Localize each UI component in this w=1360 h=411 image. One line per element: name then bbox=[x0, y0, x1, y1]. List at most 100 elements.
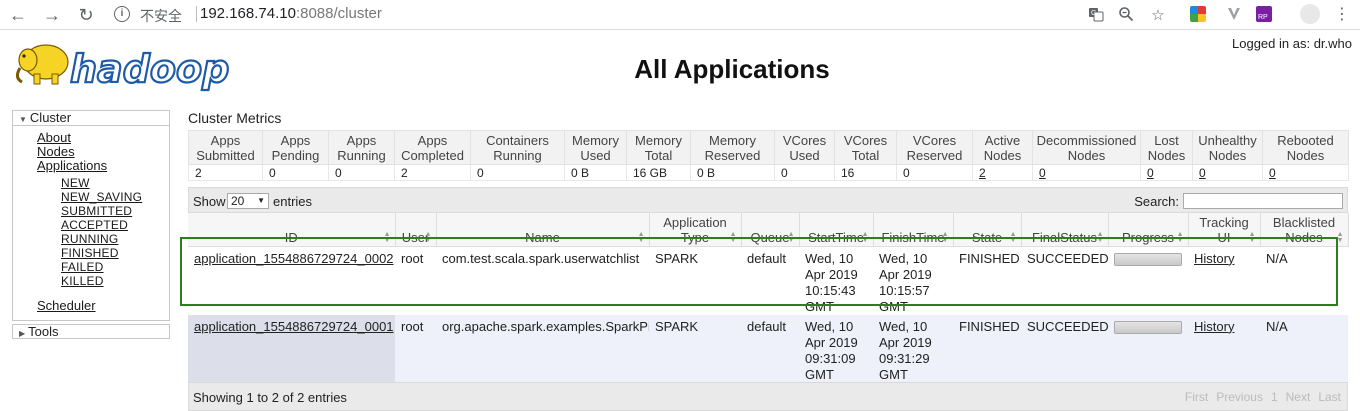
sort-icon[interactable]: ▲ ▼ bbox=[1010, 231, 1017, 244]
column-header[interactable]: Blacklisted Nodes ▲ ▼ bbox=[1260, 213, 1349, 247]
history-link[interactable]: History bbox=[1194, 319, 1234, 334]
metric-header: Memory Used bbox=[564, 130, 627, 165]
metric-header: Apps Pending bbox=[262, 130, 329, 165]
state-link-running[interactable]: RUNNING bbox=[61, 232, 169, 246]
back-arrow-icon[interactable]: ← bbox=[6, 3, 30, 27]
cell-blacklisted: N/A bbox=[1260, 314, 1348, 383]
extension-rp-icon[interactable]: RP bbox=[1256, 6, 1272, 22]
column-header[interactable]: Application Type ▲ ▼ bbox=[649, 213, 742, 247]
application-id-link[interactable]: application_1554886729724_0002 bbox=[194, 251, 394, 266]
state-link-new-saving[interactable]: NEW_SAVING bbox=[61, 190, 169, 204]
extension-v-icon[interactable] bbox=[1226, 6, 1242, 22]
cell-tracking: History bbox=[1188, 246, 1260, 315]
column-header[interactable]: FinishTime ▲ ▼ bbox=[873, 213, 954, 247]
sort-icon[interactable]: ▲ ▼ bbox=[425, 231, 432, 244]
address-bar[interactable]: i 不安全 192.168.74.10:8088/cluster G ☆ bbox=[108, 2, 1174, 28]
metric-value: 2 bbox=[188, 164, 263, 181]
pager-1-button[interactable]: 1 bbox=[1271, 390, 1278, 404]
column-header[interactable]: Tracking UI ▲ ▼ bbox=[1188, 213, 1261, 247]
sort-icon[interactable]: ▲ ▼ bbox=[788, 231, 795, 244]
nav-link-about[interactable]: About bbox=[37, 131, 169, 145]
pager-first-button[interactable]: First bbox=[1185, 390, 1208, 404]
metric-header: Apps Submitted bbox=[188, 130, 263, 165]
metric-node-link[interactable]: 0 bbox=[1269, 166, 1276, 180]
history-link[interactable]: History bbox=[1194, 251, 1234, 266]
column-header[interactable]: Name ▲ ▼ bbox=[436, 213, 650, 247]
dropdown-arrow-icon: ▼ bbox=[257, 196, 265, 205]
expand-triangle-icon: ▶ bbox=[19, 329, 26, 338]
metric-node-link[interactable]: 0 bbox=[1199, 166, 1206, 180]
metric-header: Memory Total bbox=[626, 130, 691, 165]
state-link-failed[interactable]: FAILED bbox=[61, 260, 169, 274]
state-link-killed[interactable]: KILLED bbox=[61, 274, 169, 288]
bookmark-star-icon[interactable]: ☆ bbox=[1148, 6, 1168, 26]
cell-start: Wed, 10 Apr 2019 10:15:43 GMT bbox=[799, 246, 873, 315]
zoom-icon[interactable] bbox=[1116, 6, 1136, 26]
reload-icon[interactable]: ↻ bbox=[74, 3, 98, 27]
url-text[interactable]: 192.168.74.10:8088/cluster bbox=[200, 5, 382, 22]
forward-arrow-icon[interactable]: → bbox=[40, 3, 64, 27]
cell-finish: Wed, 10 Apr 2019 10:15:57 GMT bbox=[873, 246, 953, 315]
sort-icon[interactable]: ▲ ▼ bbox=[1177, 231, 1184, 244]
metric-header: Active Nodes bbox=[972, 130, 1033, 165]
metric-value: 16 GB bbox=[626, 164, 691, 181]
cluster-metrics-title: Cluster Metrics bbox=[188, 110, 282, 126]
state-link-accepted[interactable]: ACCEPTED bbox=[61, 218, 169, 232]
metric-node-link[interactable]: 0 bbox=[1039, 166, 1046, 180]
applications-table-wrapper: Show 20 ▼ entries Search: ID ▲ ▼ User ▲ ▼ Name ▲… bbox=[188, 187, 1349, 411]
page-size-select[interactable]: 20 ▼ bbox=[227, 193, 269, 209]
collapse-triangle-icon: ▼ bbox=[19, 115, 27, 124]
sort-icon[interactable]: ▲ ▼ bbox=[942, 231, 949, 244]
column-header-label: Progress bbox=[1121, 229, 1175, 245]
state-link-new[interactable]: NEW bbox=[61, 176, 169, 190]
extension-color-icon[interactable] bbox=[1190, 6, 1206, 22]
pager-previous-button[interactable]: Previous bbox=[1216, 390, 1263, 404]
pager-last-button[interactable]: Last bbox=[1318, 390, 1341, 404]
metric-value: 0 bbox=[896, 164, 973, 181]
application-id-link[interactable]: application_1554886729724_0001 bbox=[194, 319, 394, 334]
state-link-finished[interactable]: FINISHED bbox=[61, 246, 169, 260]
metric-node-link[interactable]: 2 bbox=[979, 166, 986, 180]
column-header-label: Blacklisted Nodes bbox=[1272, 214, 1336, 245]
column-header[interactable]: FinalStatus ▲ ▼ bbox=[1021, 213, 1109, 247]
nav-link-nodes[interactable]: Nodes bbox=[37, 145, 169, 159]
column-header[interactable]: State ▲ ▼ bbox=[953, 213, 1022, 247]
sort-icon[interactable]: ▲ ▼ bbox=[1097, 231, 1104, 244]
menu-dots-icon[interactable]: ⋮ bbox=[1330, 3, 1354, 27]
cell-progress bbox=[1108, 314, 1188, 383]
cell-final-status: SUCCEEDED bbox=[1021, 246, 1108, 315]
sort-icon[interactable]: ▲ ▼ bbox=[638, 231, 645, 244]
info-icon[interactable]: i bbox=[114, 6, 130, 22]
table-row: application_1554886729724_0002 root com.te… bbox=[188, 246, 1348, 315]
entries-label: entries bbox=[273, 194, 313, 209]
nav-link-scheduler[interactable]: Scheduler bbox=[37, 298, 169, 313]
profile-avatar-icon[interactable] bbox=[1300, 4, 1320, 24]
metric-value: 2 bbox=[972, 164, 1033, 181]
sort-icon[interactable]: ▲ ▼ bbox=[862, 231, 869, 244]
cluster-nav-header[interactable]: ▼ Cluster bbox=[13, 111, 169, 126]
url-host: 192.168.74.10 bbox=[200, 5, 296, 22]
metric-value: 0 bbox=[1192, 164, 1263, 181]
search-input[interactable] bbox=[1183, 193, 1343, 209]
cluster-metrics-table: Apps Submitted Apps Pending Apps Running Ap… bbox=[188, 130, 1349, 181]
tools-nav[interactable]: ▶ Tools bbox=[12, 324, 170, 339]
sort-icon[interactable]: ▲ ▼ bbox=[1249, 231, 1256, 244]
security-label: 不安全 bbox=[140, 8, 182, 24]
sort-icon[interactable]: ▲ ▼ bbox=[384, 231, 391, 244]
pager-next-button[interactable]: Next bbox=[1286, 390, 1311, 404]
sort-icon[interactable]: ▲ ▼ bbox=[730, 231, 737, 244]
tools-nav-label: Tools bbox=[28, 324, 59, 339]
nav-link-applications[interactable]: Applications bbox=[37, 159, 169, 173]
state-link-submitted[interactable]: SUBMITTED bbox=[61, 204, 169, 218]
show-label: Show bbox=[193, 194, 226, 209]
column-header[interactable]: User ▲ ▼ bbox=[395, 213, 437, 247]
metric-node-link[interactable]: 0 bbox=[1147, 166, 1154, 180]
column-header-label: Queue bbox=[750, 229, 790, 245]
sort-icon[interactable]: ▲ ▼ bbox=[1337, 231, 1344, 244]
column-header[interactable]: ID ▲ ▼ bbox=[188, 213, 396, 247]
column-header[interactable]: StartTime ▲ ▼ bbox=[799, 213, 874, 247]
page-size-value: 20 bbox=[231, 194, 245, 208]
column-header[interactable]: Queue ▲ ▼ bbox=[741, 213, 800, 247]
column-header[interactable]: Progress ▲ ▼ bbox=[1108, 213, 1189, 247]
translate-icon[interactable]: G bbox=[1086, 6, 1106, 26]
